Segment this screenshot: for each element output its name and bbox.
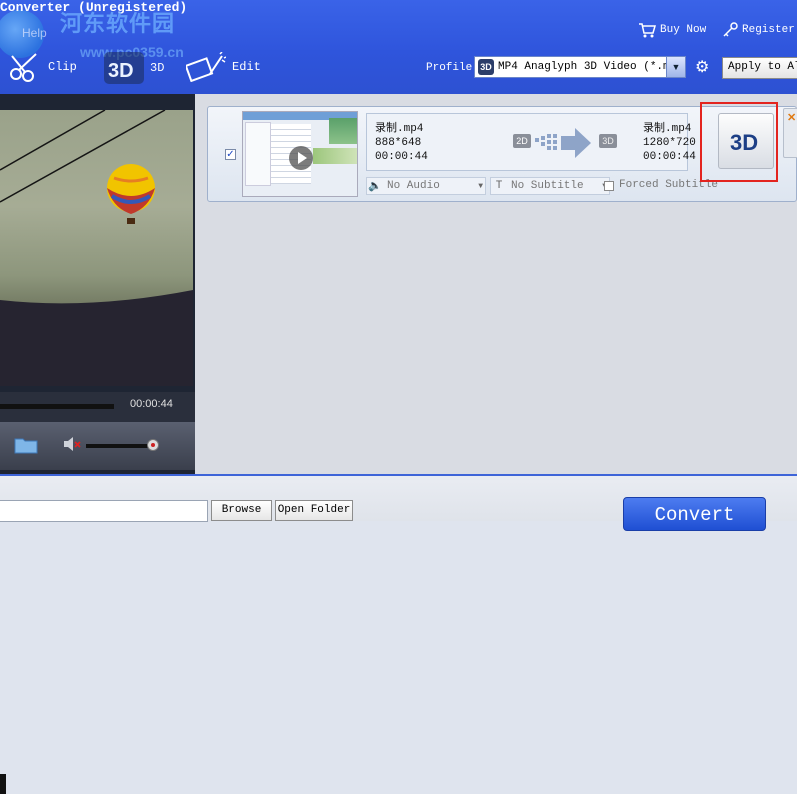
volume-knob[interactable] bbox=[147, 439, 159, 451]
seek-bar[interactable] bbox=[0, 404, 114, 409]
volume-slider[interactable] bbox=[86, 444, 150, 448]
output-resolution: 1280*720 bbox=[643, 137, 696, 149]
play-control-edge[interactable] bbox=[0, 774, 6, 794]
source-resolution: 888*648 bbox=[375, 137, 422, 149]
scissors-icon bbox=[10, 53, 37, 82]
conversion-info: 录制.mp4 888*648 00:00:44 2D 3D 录制.mp4 128… bbox=[366, 113, 696, 171]
power-lines-graphic bbox=[0, 110, 193, 386]
help-menu[interactable]: Help bbox=[22, 26, 47, 40]
chevron-down-icon[interactable]: ▼ bbox=[666, 57, 685, 77]
profile-3d-icon: 3D bbox=[478, 59, 494, 75]
text-icon: T bbox=[495, 180, 503, 192]
output-filename: 录制.mp4 bbox=[643, 123, 692, 135]
buy-now-label: Buy Now bbox=[660, 24, 707, 36]
clip-button[interactable]: Clip bbox=[8, 52, 77, 82]
watermark-text: 河东软件园 bbox=[60, 11, 176, 36]
playback-controls bbox=[0, 422, 195, 794]
browse-button[interactable]: Browse bbox=[211, 500, 272, 521]
annotation-highlight bbox=[700, 102, 778, 182]
profile-label: Profile: bbox=[426, 62, 479, 74]
delete-icon[interactable]: ✕ bbox=[787, 113, 796, 124]
edit-button[interactable]: Edit bbox=[186, 52, 261, 82]
subtitle-label: No Subtitle bbox=[511, 180, 584, 192]
profile-value: MP4 Anaglyph 3D Video (*.mp4) bbox=[498, 61, 666, 73]
preview-pane: 00:00:44 bbox=[0, 94, 195, 794]
open-folder-button[interactable]: Open Folder bbox=[275, 500, 353, 521]
clip-label: Clip bbox=[48, 60, 77, 74]
file-thumbnail[interactable] bbox=[242, 111, 358, 197]
playback-timeline: 00:00:44 bbox=[0, 392, 195, 422]
profile-dropdown[interactable]: 3D MP4 Anaglyph 3D Video (*.mp4) ▼ bbox=[474, 56, 686, 78]
source-duration: 00:00:44 bbox=[375, 151, 428, 163]
apply-to-all-button[interactable]: Apply to All bbox=[722, 57, 797, 79]
convert-button[interactable]: Convert bbox=[623, 497, 766, 531]
magic-wand-icon bbox=[186, 52, 226, 82]
settings-gear-icon[interactable]: ⚙ bbox=[695, 59, 713, 77]
3d-label: 3D bbox=[150, 61, 165, 75]
bottom-bar: Browse Open Folder Convert bbox=[0, 474, 797, 531]
2d-badge: 2D bbox=[513, 134, 531, 148]
key-icon bbox=[723, 22, 738, 37]
speaker-mute-icon[interactable] bbox=[62, 435, 82, 453]
buy-now-button[interactable]: Buy Now bbox=[638, 22, 706, 38]
output-duration: 00:00:44 bbox=[643, 151, 696, 163]
forced-subtitle-checkbox[interactable] bbox=[604, 181, 614, 191]
row-side-controls: ✕ bbox=[783, 108, 797, 158]
3d-button[interactable]: 3D 3D bbox=[104, 52, 164, 84]
edit-label: Edit bbox=[232, 60, 261, 74]
current-time: 00:00:44 bbox=[130, 398, 173, 410]
chevron-down-icon: ▼ bbox=[478, 181, 483, 191]
3d-badge: 3D bbox=[599, 134, 617, 148]
audio-label: No Audio bbox=[387, 180, 440, 192]
register-label: Register bbox=[742, 24, 795, 36]
3d-glasses-icon: 3D bbox=[104, 52, 144, 84]
file-checkbox[interactable]: ✓ bbox=[225, 149, 236, 160]
convert-arrow-icon bbox=[535, 128, 591, 158]
speaker-icon: 🔈 bbox=[368, 181, 382, 193]
play-icon[interactable] bbox=[289, 146, 313, 170]
top-toolbar: Converter (Unregistered) Help 河东软件园 www.… bbox=[0, 0, 797, 94]
video-preview bbox=[0, 110, 193, 386]
audio-track-dropdown[interactable]: 🔈 No Audio ▼ bbox=[366, 177, 486, 195]
cart-icon bbox=[639, 23, 656, 38]
hot-air-balloon-image bbox=[107, 164, 155, 224]
register-button[interactable]: Register bbox=[722, 22, 795, 38]
destination-path-input[interactable] bbox=[0, 500, 208, 522]
folder-icon[interactable] bbox=[14, 436, 38, 454]
subtitle-dropdown[interactable]: T No Subtitle ▼ bbox=[490, 177, 610, 195]
source-filename: 录制.mp4 bbox=[375, 123, 424, 135]
svg-text:3D: 3D bbox=[108, 60, 134, 82]
